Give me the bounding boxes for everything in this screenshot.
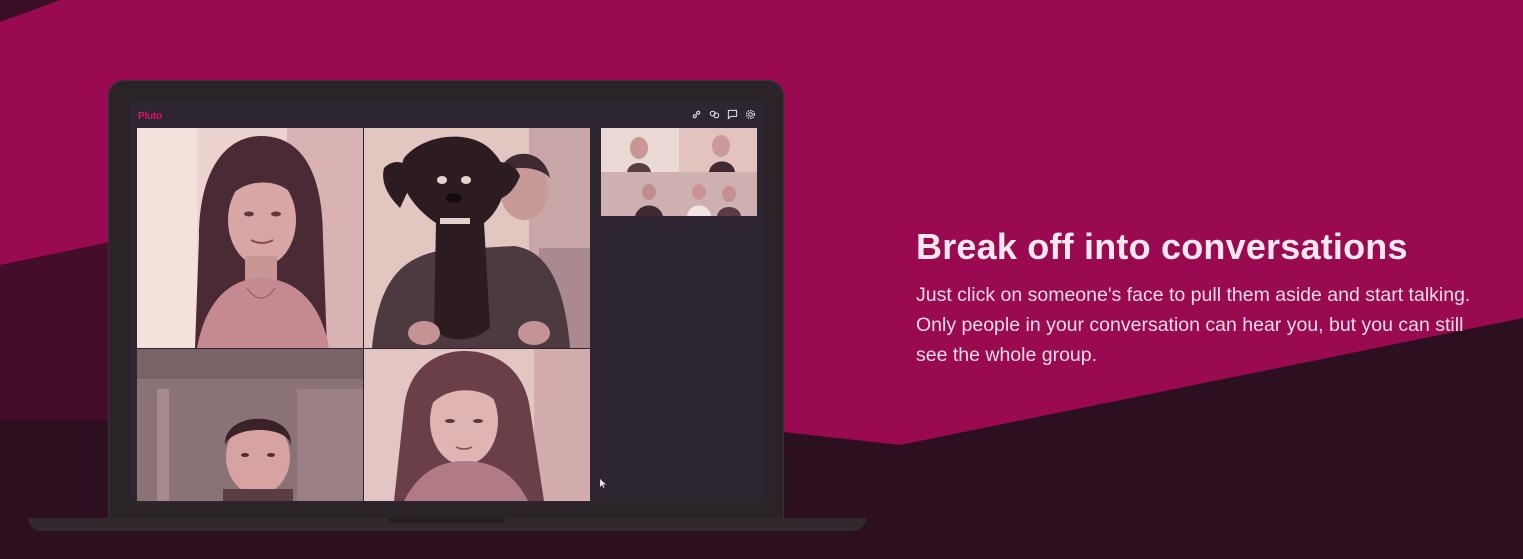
group-icon[interactable] [708,108,720,120]
section-headline: Break off into conversations [916,226,1408,267]
link-icon[interactable] [690,108,702,120]
side-conversation-group[interactable] [601,128,757,216]
video-tile-man[interactable] [137,349,363,501]
video-tile-man-with-dog[interactable] [364,128,590,348]
video-grid [137,128,590,501]
laptop-notch [388,518,506,523]
chat-icon[interactable] [726,108,738,120]
video-tile-girl[interactable] [364,349,590,501]
app-screen: Pluto [129,101,766,503]
app-logo[interactable]: Pluto [138,111,162,122]
mouse-cursor-icon [600,479,606,488]
settings-icon[interactable] [744,108,756,120]
video-tile-woman[interactable] [137,128,363,348]
section-description: Just click on someone's face to pull the… [916,284,1471,366]
laptop-base [28,518,866,531]
app-toolbar [690,108,756,120]
